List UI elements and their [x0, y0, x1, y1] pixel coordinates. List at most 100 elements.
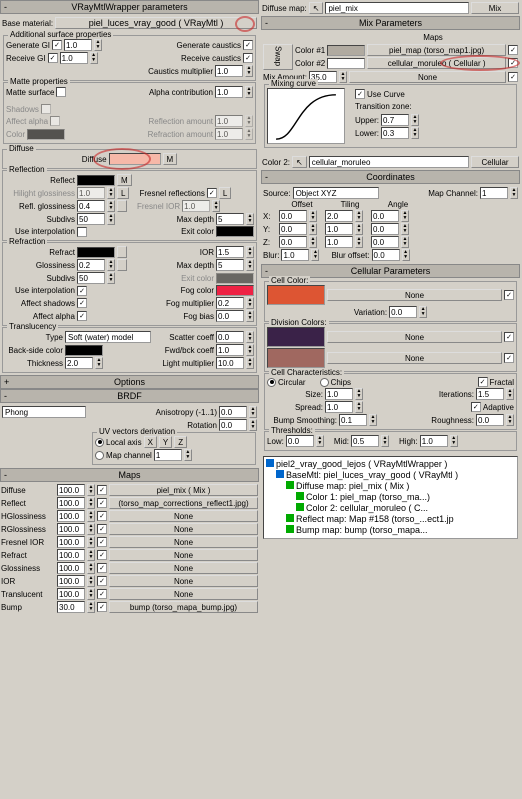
tree-node[interactable]: Color 2: cellular_moruleo ( C... [306, 503, 428, 513]
diffuse-map-type[interactable]: Mix [471, 2, 519, 14]
map-row-button[interactable]: None [109, 562, 258, 574]
generate-gi-check[interactable] [52, 40, 62, 50]
tree-node[interactable]: Diffuse map: piel_mix ( Mix ) [296, 481, 409, 491]
map-row-check[interactable] [97, 511, 107, 521]
material-tree[interactable]: piel2_vray_good_lejos ( VRayMtlWrapper )… [263, 456, 518, 539]
diffuse-map-name[interactable]: piel_mix [325, 2, 469, 14]
color1-map-btn[interactable]: piel_map (torso_map1.jpg) [367, 44, 506, 56]
pick-icon[interactable]: ↖ [292, 156, 307, 168]
generate-gi-value[interactable]: 1.0 [64, 39, 92, 51]
map-row-button[interactable]: bump (torso_mapa_bump.jpg) [109, 601, 258, 613]
generate-caustics-check[interactable] [243, 40, 253, 50]
color2-map-btn[interactable]: cellular_moruleo ( Cellular ) [367, 57, 506, 69]
brdf-select[interactable]: Phong [2, 406, 86, 418]
map-row-check[interactable] [97, 563, 107, 573]
reflect-map-btn[interactable]: M [117, 174, 132, 186]
diffuse-map-button[interactable]: M [163, 153, 178, 165]
coords-header[interactable]: -Coordinates [261, 170, 520, 184]
map-row-check[interactable] [97, 589, 107, 599]
fractal-check[interactable] [478, 377, 488, 387]
map-row-label: Reflect [1, 499, 55, 508]
map-row-value[interactable]: 100.0 [57, 575, 85, 587]
cell-color-swatch[interactable] [267, 285, 325, 305]
receive-caustics-check[interactable] [243, 53, 253, 63]
swap-button[interactable]: Swap [263, 44, 293, 70]
circular-radio[interactable] [267, 378, 276, 387]
tree-node[interactable]: Color 1: piel_map (torso_ma...) [306, 492, 430, 502]
color2-swatch[interactable] [327, 58, 365, 69]
local-axis-radio[interactable] [95, 438, 104, 447]
map-row-value[interactable]: 100.0 [57, 497, 85, 509]
use-interp-check[interactable] [77, 227, 87, 237]
options-header[interactable]: +Options [0, 375, 259, 389]
map-channel-radio[interactable] [95, 451, 104, 460]
map-row-value[interactable]: 100.0 [57, 484, 85, 496]
exit-color-swatch[interactable] [216, 226, 254, 237]
mix-map-btn[interactable]: None [349, 71, 506, 83]
spinner[interactable]: ▲▼ [94, 39, 102, 51]
cell-color-map-btn[interactable]: None [327, 289, 502, 301]
axis-y-btn[interactable]: Y [159, 436, 172, 448]
fog-color-swatch[interactable] [216, 285, 254, 296]
receive-gi-value[interactable]: 1.0 [60, 52, 88, 64]
map-row-button[interactable]: None [109, 575, 258, 587]
brdf-header[interactable]: -BRDF [0, 389, 259, 403]
refl-gloss-value[interactable]: 0.4 [77, 200, 105, 212]
color2-label: Color 2: [262, 158, 290, 167]
backside-swatch[interactable] [65, 345, 103, 356]
lock-btn[interactable]: L [117, 187, 129, 199]
map-row-button[interactable]: None [109, 549, 258, 561]
subdivs-value[interactable]: 50 [77, 213, 105, 225]
caustics-mult-value[interactable]: 1.0 [215, 65, 243, 77]
chips-radio[interactable] [320, 378, 329, 387]
map-row-check[interactable] [97, 498, 107, 508]
maps-header[interactable]: -Maps [0, 468, 259, 482]
map-row-button[interactable]: None [109, 523, 258, 535]
use-curve-check[interactable] [355, 89, 365, 99]
map-row-button[interactable]: piel_mix ( Mix ) [109, 484, 258, 496]
axis-x-btn[interactable]: X [144, 436, 157, 448]
tree-node[interactable]: Reflect map: Map #158 (torso_...ect1.jp [296, 514, 454, 524]
alpha-contrib-value[interactable]: 1.0 [215, 86, 243, 98]
map-row-label: Diffuse [1, 486, 55, 495]
map-row-button[interactable]: None [109, 588, 258, 600]
vraymtlwrapper-header[interactable]: -VRayMtlWrapper parameters [0, 0, 259, 14]
map-row-check[interactable] [97, 537, 107, 547]
tree-node[interactable]: piel2_vray_good_lejos ( VRayMtlWrapper ) [276, 459, 447, 469]
refract-swatch[interactable] [77, 247, 115, 258]
matte-surface-check[interactable] [56, 87, 66, 97]
base-material-button[interactable]: piel_luces_vray_good ( VRayMtl ) [55, 17, 257, 29]
map-row-value[interactable]: 100.0 [57, 562, 85, 574]
div-color1-swatch[interactable] [267, 327, 325, 347]
map-row-check[interactable] [97, 576, 107, 586]
mix-params-header[interactable]: -Mix Parameters [261, 16, 520, 30]
map-row-check[interactable] [97, 550, 107, 560]
map-row-value[interactable]: 30.0 [57, 601, 85, 613]
map-row-check[interactable] [97, 602, 107, 612]
reflect-swatch[interactable] [77, 175, 115, 186]
map-row-value[interactable]: 100.0 [57, 536, 85, 548]
axis-z-btn[interactable]: Z [174, 436, 187, 448]
map-row-button[interactable]: (torso_map_corrections_reflect1.jpg) [109, 497, 258, 509]
fresnel-check[interactable] [207, 188, 217, 198]
map-row-button[interactable]: None [109, 510, 258, 522]
color2-type-btn[interactable]: Cellular [471, 156, 519, 168]
pick-icon[interactable]: ↖ [309, 2, 324, 14]
tree-node[interactable]: BaseMtl: piel_luces_vray_good ( VRayMtl … [286, 470, 458, 480]
receive-gi-check[interactable] [48, 53, 58, 63]
tree-node[interactable]: Bump map: bump (torso_mapa... [296, 525, 428, 535]
div-color2-swatch[interactable] [267, 348, 325, 368]
map-row-value[interactable]: 100.0 [57, 588, 85, 600]
map-row-check[interactable] [97, 485, 107, 495]
color2-name-field[interactable]: cellular_moruleo [309, 156, 469, 168]
diffuse-swatch[interactable] [109, 153, 161, 165]
map-row-value[interactable]: 100.0 [57, 549, 85, 561]
color1-swatch[interactable] [327, 45, 365, 56]
map-row-check[interactable] [97, 524, 107, 534]
type-select[interactable]: Soft (water) model [65, 331, 151, 343]
map-row-value[interactable]: 100.0 [57, 523, 85, 535]
map-row-button[interactable]: None [109, 536, 258, 548]
source-select[interactable]: Object XYZ [293, 187, 379, 199]
adaptive-check[interactable] [471, 402, 481, 412]
map-row-value[interactable]: 100.0 [57, 510, 85, 522]
